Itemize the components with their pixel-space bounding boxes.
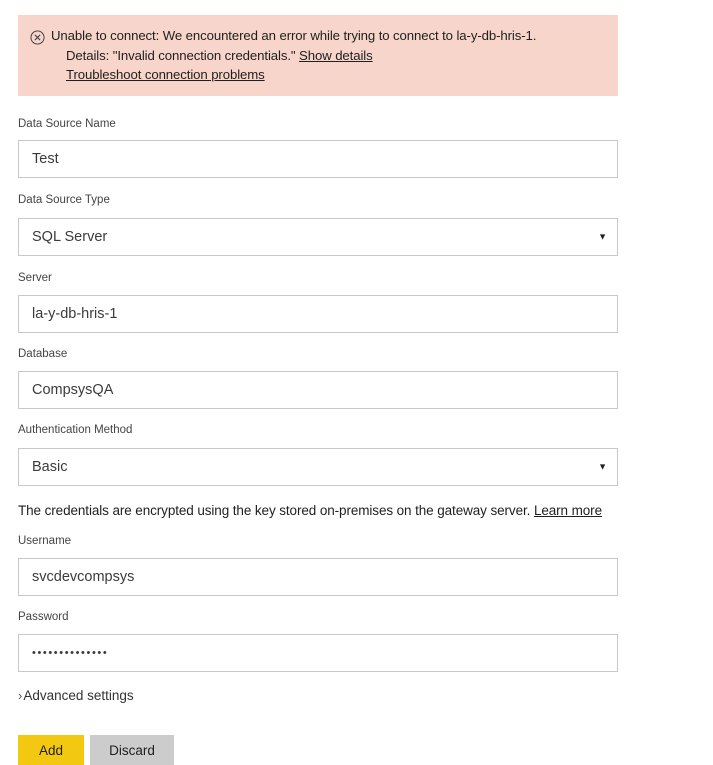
server-label: Server <box>18 272 52 284</box>
username-value: svcdevcompsys <box>32 569 135 585</box>
password-input[interactable]: •••••••••••••• <box>18 634 618 672</box>
authentication-method-value: Basic <box>32 459 68 475</box>
error-troubleshoot-row: Troubleshoot connection problems <box>66 67 265 82</box>
error-details-text: Details: "Invalid connection credentials… <box>66 48 300 63</box>
server-value: la-y-db-hris-1 <box>32 306 118 322</box>
password-label: Password <box>18 611 69 623</box>
data-source-name-value: Test <box>32 151 59 167</box>
data-source-type-label: Data Source Type <box>18 194 110 206</box>
error-message-details: Details: "Invalid connection credentials… <box>66 48 373 63</box>
database-input[interactable]: CompsysQA <box>18 371 618 409</box>
server-input[interactable]: la-y-db-hris-1 <box>18 295 618 333</box>
data-source-type-select[interactable]: SQL Server ▼ <box>18 218 618 256</box>
data-source-name-label: Data Source Name <box>18 118 116 130</box>
chevron-right-icon: › <box>18 688 23 703</box>
chevron-down-icon[interactable]: ▼ <box>598 462 607 472</box>
database-label: Database <box>18 348 68 360</box>
authentication-method-select[interactable]: Basic ▼ <box>18 448 618 486</box>
password-value: •••••••••••••• <box>32 647 109 659</box>
credentials-note-text: The credentials are encrypted using the … <box>18 503 534 518</box>
username-input[interactable]: svcdevcompsys <box>18 558 618 596</box>
connection-error-banner: Unable to connect: We encountered an err… <box>18 15 618 96</box>
data-source-type-value: SQL Server <box>32 229 108 245</box>
advanced-settings-label: Advanced settings <box>23 688 134 703</box>
data-source-name-input[interactable]: Test <box>18 140 618 178</box>
troubleshoot-connection-problems-link[interactable]: Troubleshoot connection problems <box>66 67 265 82</box>
discard-button[interactable]: Discard <box>90 735 174 765</box>
chevron-down-icon[interactable]: ▼ <box>598 232 607 242</box>
add-button[interactable]: Add <box>18 735 84 765</box>
show-details-link[interactable]: Show details <box>299 48 373 63</box>
error-message-primary: Unable to connect: We encountered an err… <box>51 28 537 43</box>
authentication-method-label: Authentication Method <box>18 424 133 436</box>
advanced-settings-toggle[interactable]: ›Advanced settings <box>18 688 134 703</box>
error-circle-x-icon <box>30 30 45 45</box>
database-value: CompsysQA <box>32 382 114 398</box>
credentials-encryption-note: The credentials are encrypted using the … <box>18 503 602 518</box>
learn-more-link[interactable]: Learn more <box>534 503 602 518</box>
username-label: Username <box>18 535 72 547</box>
